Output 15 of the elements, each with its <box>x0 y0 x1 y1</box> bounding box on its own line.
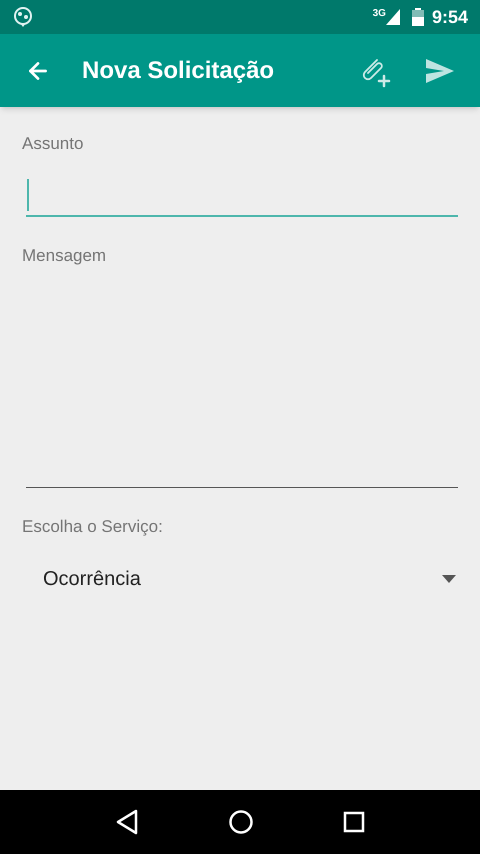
battery-icon <box>412 8 424 26</box>
back-nav-button[interactable] <box>114 809 139 835</box>
clock: 9:54 <box>432 6 468 28</box>
text-cursor <box>27 178 29 210</box>
service-label: Escolha o Serviço: <box>22 516 164 538</box>
recents-button[interactable] <box>343 811 366 833</box>
home-button[interactable] <box>228 809 254 835</box>
service-dropdown[interactable]: Ocorrência <box>22 562 458 596</box>
subject-label: Assunto <box>22 133 84 155</box>
screen-title: Nova Solicitação <box>82 56 276 86</box>
app-notification-icon <box>12 6 34 28</box>
dropdown-caret-icon <box>442 574 456 582</box>
signal-icon <box>386 9 400 25</box>
message-label: Mensagem <box>22 244 108 266</box>
network-label: 3G <box>372 7 386 21</box>
